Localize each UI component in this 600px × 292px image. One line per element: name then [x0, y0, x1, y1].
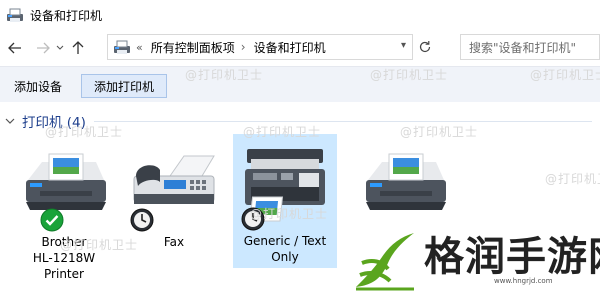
command-bar: 添加设备 添加打印机: [0, 66, 600, 102]
forward-arrow-icon: [37, 42, 50, 54]
group-label: 打印机 (4): [22, 115, 86, 131]
multifunction-printer-icon: [237, 135, 333, 231]
up-arrow-icon: [72, 41, 84, 54]
brand-url: www.hngrjd.com: [494, 277, 553, 285]
address-dropdown-icon[interactable]: ▾: [401, 40, 406, 51]
add-printer-button[interactable]: 添加打印机: [81, 74, 167, 98]
forward-button[interactable]: [33, 38, 53, 58]
refresh-icon: [419, 41, 431, 53]
default-printer-check-icon: [40, 208, 64, 232]
printer-item-4[interactable]: [352, 136, 456, 232]
chevron-down-icon: [56, 45, 64, 50]
printer-item-brother[interactable]: Brother HL-1218W Printer: [12, 136, 116, 282]
search-input[interactable]: 搜索"设备和打印机": [460, 34, 600, 60]
site-brand-watermark: 格润手游网 www.hngrjd.com: [352, 228, 600, 292]
recent-locations-button[interactable]: [54, 38, 66, 58]
printer-name: Fax: [163, 235, 185, 249]
printer-item-generic-text-only[interactable]: Generic / Text Only: [233, 134, 337, 268]
printer-icon: [16, 136, 112, 232]
breadcrumb-item-devices-printers[interactable]: 设备和打印机: [254, 39, 326, 56]
chevron-right-icon[interactable]: ›: [241, 40, 246, 54]
window-title: 设备和打印机: [30, 8, 103, 23]
printers-group-header[interactable]: 打印机 (4): [0, 110, 600, 132]
back-button[interactable]: [5, 38, 25, 58]
title-bar: 设备和打印机: [0, 0, 600, 30]
breadcrumb-overflow[interactable]: «: [136, 41, 143, 54]
leaf-logo-icon: [356, 233, 414, 291]
add-device-button[interactable]: 添加设备: [14, 74, 62, 98]
address-bar[interactable]: « 所有控制面板项 › 设备和打印机 ▾: [107, 34, 413, 60]
navigation-bar: « 所有控制面板项 › 设备和打印机 ▾ 搜索"设备和打印机": [0, 30, 600, 66]
clock-icon: [130, 208, 154, 232]
breadcrumb-item-control-panel[interactable]: 所有控制面板项: [151, 39, 235, 56]
clock-icon: [241, 207, 265, 231]
printer-item-fax[interactable]: Fax: [122, 136, 226, 250]
chevron-down-icon[interactable]: [5, 116, 15, 126]
up-button[interactable]: [68, 38, 88, 58]
watermark: @打印机卫士: [545, 172, 600, 186]
brand-name: 格润手游网: [424, 234, 600, 280]
refresh-button[interactable]: [418, 40, 432, 57]
back-arrow-icon: [8, 42, 21, 54]
fax-icon: [126, 136, 222, 232]
devices-printers-icon: [114, 40, 130, 54]
printer-name: Brother HL-1218W Printer: [32, 235, 96, 281]
group-divider: [93, 120, 592, 122]
printer-name: Generic / Text Only: [243, 234, 327, 264]
devices-printers-icon: [7, 8, 23, 22]
printer-icon: [356, 136, 452, 232]
